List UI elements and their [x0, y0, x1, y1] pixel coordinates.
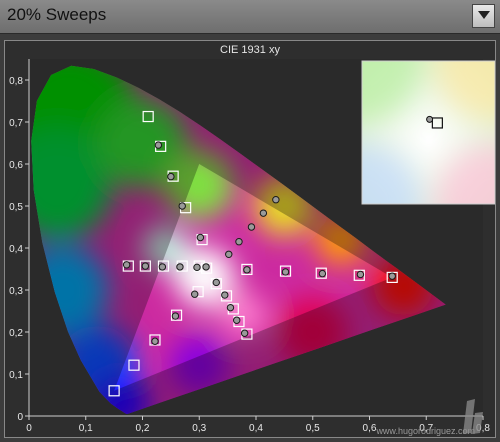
- measured-point-22: [388, 272, 396, 280]
- measured-point-19: [281, 268, 290, 276]
- measured-point-15: [158, 263, 167, 271]
- y-tick-label: 0,3: [9, 286, 23, 297]
- inset-measured-point: [426, 115, 434, 123]
- y-tick-label: 0,7: [9, 118, 23, 129]
- y-tick-label: 0,5: [9, 202, 23, 213]
- measured-point-11: [233, 316, 241, 324]
- measured-point-8: [212, 278, 220, 287]
- y-tick-label: 0,8: [9, 76, 23, 87]
- measured-point-0: [202, 263, 210, 271]
- measured-point-9: [221, 291, 229, 299]
- collapse-button[interactable]: [472, 4, 495, 28]
- measured-point-3: [178, 202, 186, 210]
- measured-point-23: [225, 250, 233, 259]
- x-tick-label: 0,1: [79, 423, 93, 434]
- measured-point-21: [356, 270, 365, 279]
- measured-point-12: [240, 329, 249, 337]
- y-tick-label: 0,2: [9, 328, 23, 339]
- measured-point-26: [259, 209, 268, 217]
- measured-point-10: [226, 303, 235, 312]
- panel-title: 20% Sweeps: [7, 5, 107, 24]
- measured-point-1: [154, 141, 163, 149]
- measured-point-13: [122, 261, 131, 269]
- y-tick-label: 0,6: [9, 160, 23, 171]
- measured-point-6: [171, 312, 180, 320]
- measured-point-14: [141, 262, 150, 270]
- panel-header: 20% Sweeps: [0, 0, 500, 34]
- watermark-text: www.hugorodriguez.com: [375, 426, 475, 436]
- y-tick-label: 0,4: [9, 244, 23, 255]
- measured-point-27: [272, 196, 280, 204]
- measured-point-16: [176, 263, 184, 271]
- measured-point-24: [235, 238, 243, 246]
- x-tick-label: 0,5: [306, 423, 320, 434]
- x-tick-label: 0: [26, 423, 32, 434]
- measured-point-18: [243, 266, 251, 274]
- measured-point-17: [193, 263, 201, 272]
- measured-point-5: [151, 337, 159, 345]
- x-tick-label: 0,6: [363, 423, 377, 434]
- measured-point-7: [191, 290, 199, 298]
- cie-chart: 0 0,1 0,2 0,3 0,4 0,5 0,6 0,7 0,8 0 0,1 0,2 0,3 0,4 0,…: [9, 59, 495, 436]
- chart-frame: 0 0,1 0,2 0,3 0,4 0,5 0,6 0,7 0,8 0 0,1 0,2 0,3 0,4 0,…: [4, 40, 496, 438]
- x-tick-label: 0,2: [136, 423, 150, 434]
- y-tick-label: 0: [17, 412, 23, 423]
- chevron-down-icon: [478, 11, 490, 19]
- measured-point-4: [196, 233, 205, 242]
- measured-point-20: [318, 269, 327, 278]
- measured-point-25: [247, 223, 256, 231]
- x-tick-label: 0,3: [192, 423, 206, 434]
- measured-point-2: [167, 172, 175, 181]
- y-tick-label: 0,1: [9, 370, 23, 381]
- chart-title: CIE 1931 xy: [220, 44, 280, 56]
- x-tick-label: 0,4: [249, 423, 263, 434]
